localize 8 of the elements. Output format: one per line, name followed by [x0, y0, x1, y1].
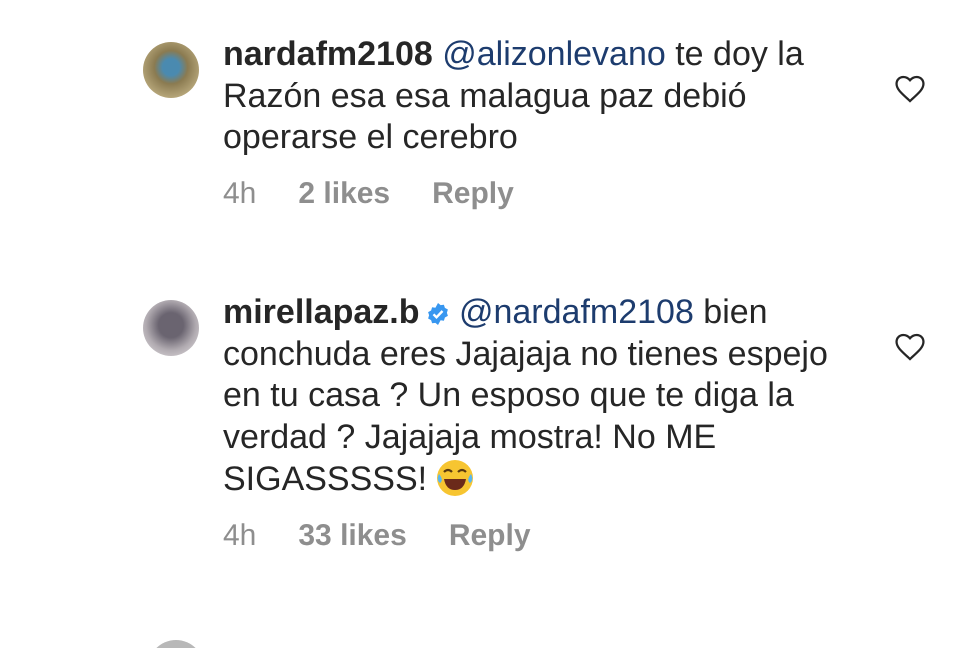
reply-button[interactable]: Reply: [448, 518, 531, 552]
comment-text: mirellapaz.b @nardafm2108 bien conchuda eres Jajajaja no tienes espejo en tu casa ? Un esposo que te diga la verdad ? Jajajaja mostra! No ME SIGASSSSS!: [223, 292, 829, 500]
comment-time: 4h: [223, 518, 256, 552]
comment-text: nardafm2108 @alizonlevano te doy la Razón esa esa malagua paz debió operarse el cerebro: [223, 34, 805, 158]
comment-time: 4h: [223, 176, 256, 210]
likes-count[interactable]: 33 likes: [298, 518, 407, 552]
likes-count[interactable]: 2 likes: [298, 176, 390, 210]
reply-button[interactable]: Reply: [432, 176, 514, 210]
